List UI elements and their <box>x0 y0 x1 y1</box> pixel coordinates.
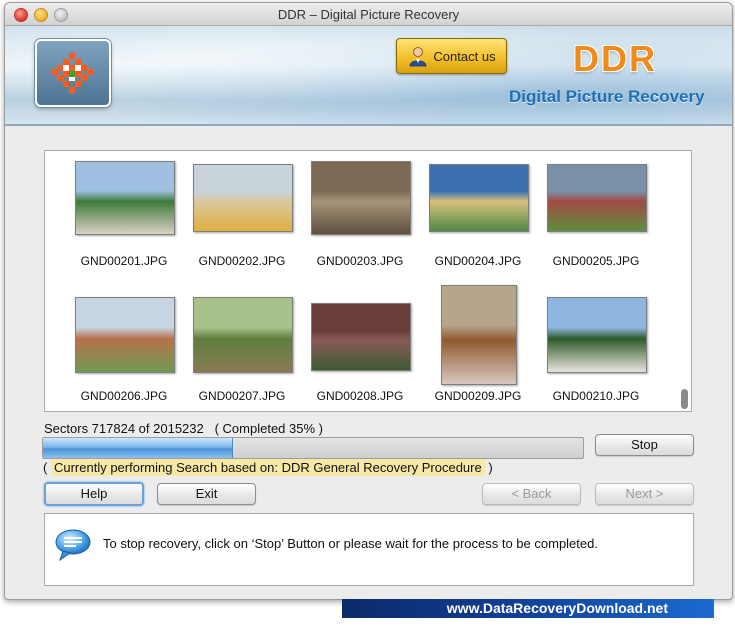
file-name-label: GND00206.JPG <box>80 389 168 403</box>
recovered-image-thumbnail[interactable] <box>441 285 517 385</box>
recovered-image-thumbnail[interactable] <box>547 297 647 373</box>
info-message: To stop recovery, click on ‘Stop’ Button… <box>103 536 598 551</box>
sectors-count: Sectors 717824 of 2015232 <box>44 421 204 436</box>
file-name-label: GND00209.JPG <box>434 389 522 403</box>
speech-bubble-icon <box>55 529 91 562</box>
info-panel: To stop recovery, click on ‘Stop’ Button… <box>44 513 694 586</box>
recovered-files-grid: GND00201.JPG GND00202.JPG GND00203.JPG GND0… <box>44 150 692 412</box>
ddr-logo-text: DDR <box>573 38 657 79</box>
app-window: DDR – Digital Picture Recovery Contact u… <box>4 2 733 600</box>
status-line: ( Currently performing Search based on: … <box>43 459 493 476</box>
help-button[interactable]: Help <box>44 482 144 506</box>
recovered-image-thumbnail[interactable] <box>75 161 175 235</box>
person-icon <box>410 47 427 67</box>
title-bar: DDR – Digital Picture Recovery <box>5 3 732 26</box>
next-button[interactable]: Next > <box>595 483 694 505</box>
exit-button[interactable]: Exit <box>157 483 256 505</box>
recovered-image-thumbnail[interactable] <box>311 303 411 371</box>
back-button[interactable]: < Back <box>482 483 581 505</box>
sectors-progress-text: Sectors 717824 of 2015232 ( Completed 35… <box>44 421 323 436</box>
stop-button[interactable]: Stop <box>595 434 694 456</box>
completed-percent: ( Completed 35% ) <box>214 421 323 436</box>
file-name-label: GND00203.JPG <box>316 254 404 268</box>
app-subtitle: Digital Picture Recovery <box>509 87 705 106</box>
recovered-image-thumbnail[interactable] <box>311 161 411 235</box>
scrollbar-thumb[interactable] <box>681 389 688 409</box>
grid-scrollbar[interactable] <box>681 153 689 409</box>
app-icon <box>35 39 111 107</box>
file-name-label: GND00202.JPG <box>198 254 286 268</box>
recovered-image-thumbnail[interactable] <box>75 297 175 373</box>
file-name-label: GND00208.JPG <box>316 389 404 403</box>
header-banner: Contact us DDR Digital Picture Recovery <box>5 26 732 126</box>
status-open-paren: ( <box>43 460 48 475</box>
recovered-image-thumbnail[interactable] <box>193 297 293 373</box>
file-name-label: GND00204.JPG <box>434 254 522 268</box>
contact-us-label: Contact us <box>433 48 496 64</box>
progress-fill <box>43 438 233 458</box>
recovered-image-thumbnail[interactable] <box>193 164 293 232</box>
recovery-progress-bar <box>42 437 584 459</box>
file-name-label: GND00207.JPG <box>198 389 286 403</box>
file-name-label: GND00210.JPG <box>552 389 640 403</box>
contact-us-button[interactable]: Contact us <box>396 38 507 74</box>
file-name-label: GND00201.JPG <box>80 254 168 268</box>
recovered-image-thumbnail[interactable] <box>547 164 647 232</box>
recovered-image-thumbnail[interactable] <box>429 164 529 232</box>
file-name-label: GND00205.JPG <box>552 254 640 268</box>
window-title: DDR – Digital Picture Recovery <box>277 7 460 22</box>
recovery-logo-icon <box>51 53 93 93</box>
status-text: Currently performing Search based on: DD… <box>50 459 485 476</box>
status-close-paren: ) <box>488 460 493 475</box>
website-banner[interactable]: www.DataRecoveryDownload.net <box>342 599 714 618</box>
